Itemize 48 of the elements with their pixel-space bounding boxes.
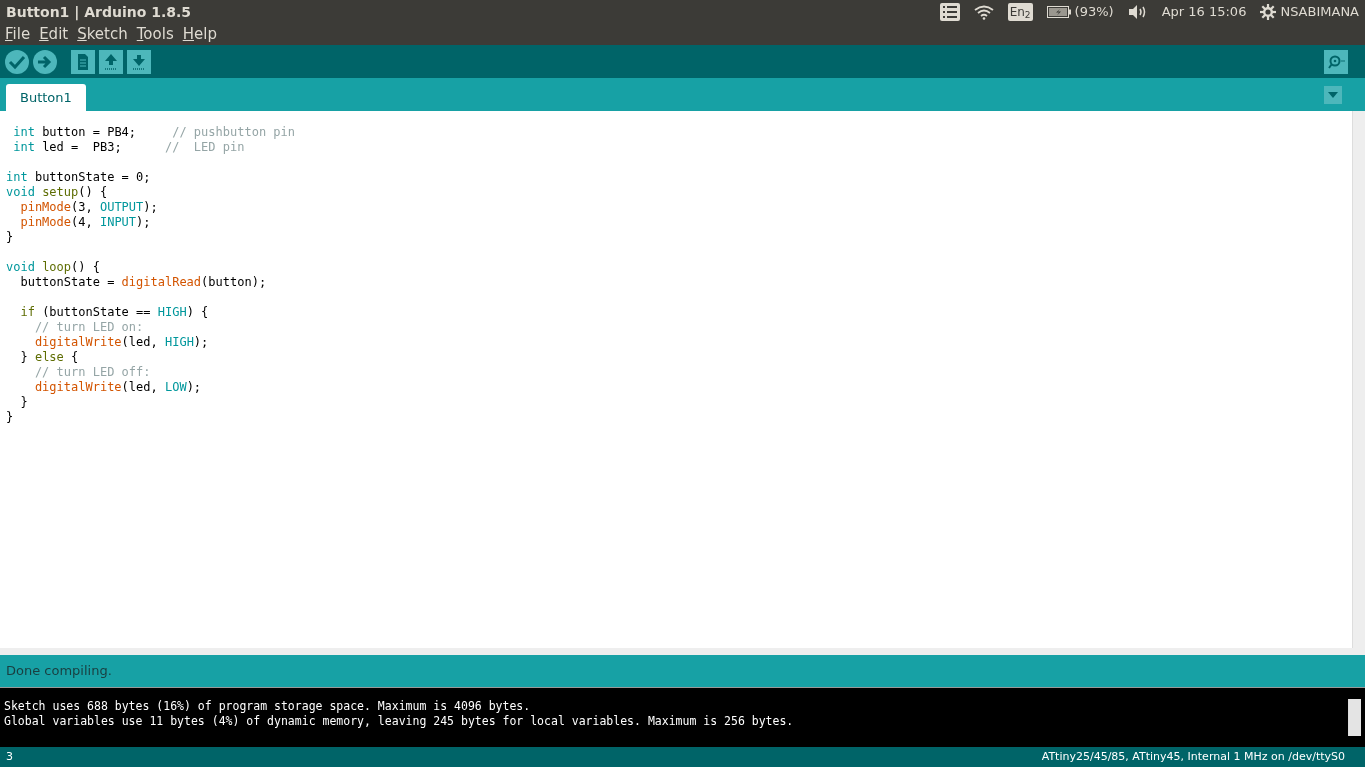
code-line: pinMode(3, OUTPUT); [19, 200, 159, 215]
menu-item[interactable]: Sketch [77, 23, 128, 46]
caret-icon [1328, 92, 1338, 98]
save-button[interactable] [127, 49, 151, 74]
code-line: } [19, 395, 29, 410]
tab[interactable]: Button1 [6, 84, 86, 111]
wifi-icon[interactable] [973, 4, 994, 20]
serial-monitor-button[interactable] [1324, 49, 1348, 74]
tab-menu-button[interactable] [1324, 86, 1342, 104]
code-line: pinMode(4, INPUT); [19, 215, 152, 230]
verify-button[interactable] [5, 49, 29, 74]
board-info: ATtiny25/45/85, ATtiny45, Internal 1 MHz on /dev/ttyS0 [1041, 748, 1345, 765]
code-line: int button = PB4; // pushbutton pin [12, 125, 296, 140]
list-icon[interactable] [939, 3, 960, 21]
scrollbar[interactable] [1348, 699, 1361, 736]
line-number: 3 [6, 748, 13, 765]
console-line: Global variables use 11 bytes (4%) of dynamic memory, leaving 245 bytes for local variables. Maximum is 256 bytes. [4, 714, 795, 729]
open-button[interactable] [99, 49, 123, 74]
clock[interactable]: Apr 16 15:06 [1161, 2, 1247, 22]
code-line: // turn LED on: [33, 320, 145, 335]
window-title: Button1 | Arduino 1.8.5 [6, 2, 192, 23]
code-line: } else { [19, 350, 80, 365]
upload-button[interactable] [33, 49, 57, 74]
status-message: Done compiling. [6, 662, 112, 681]
keyboard-layout-indicator[interactable]: En$_{2}$ [1007, 3, 1033, 21]
code-line: int led = PB3; // LED pin [12, 140, 246, 155]
battery-percentage: (93%) [1074, 3, 1114, 22]
menu-item[interactable]: Edit [39, 23, 69, 46]
battery-icon[interactable] [1046, 6, 1071, 18]
code-line: digitalWrite(led, HIGH); [33, 335, 210, 350]
user-name[interactable]: NSABIMANA [1280, 2, 1359, 22]
code-line: void loop() { [6, 260, 101, 275]
code-line: // turn LED off: [33, 365, 152, 380]
code-line: buttonState = digitalRead(button); [19, 275, 268, 290]
menu-item[interactable]: Help [182, 23, 217, 46]
code-line: } [6, 410, 15, 425]
menu-item[interactable]: Tools [136, 23, 174, 46]
scrollbar[interactable] [1352, 111, 1365, 648]
code-line: int buttonState = 0; [6, 170, 152, 185]
code-line: if (buttonState == HIGH) { [19, 305, 210, 320]
code-line: } [6, 230, 15, 245]
menu-item[interactable]: File [5, 23, 31, 46]
speaker-icon[interactable] [1127, 4, 1148, 20]
new-button[interactable] [71, 49, 95, 74]
code-line: void setup() { [6, 185, 109, 200]
console-line: Sketch uses 688 bytes (16%) of program storage space. Maximum is 4096 bytes. [4, 699, 532, 714]
gear-icon[interactable] [1260, 4, 1277, 20]
code-line: digitalWrite(led, LOW); [33, 380, 203, 395]
